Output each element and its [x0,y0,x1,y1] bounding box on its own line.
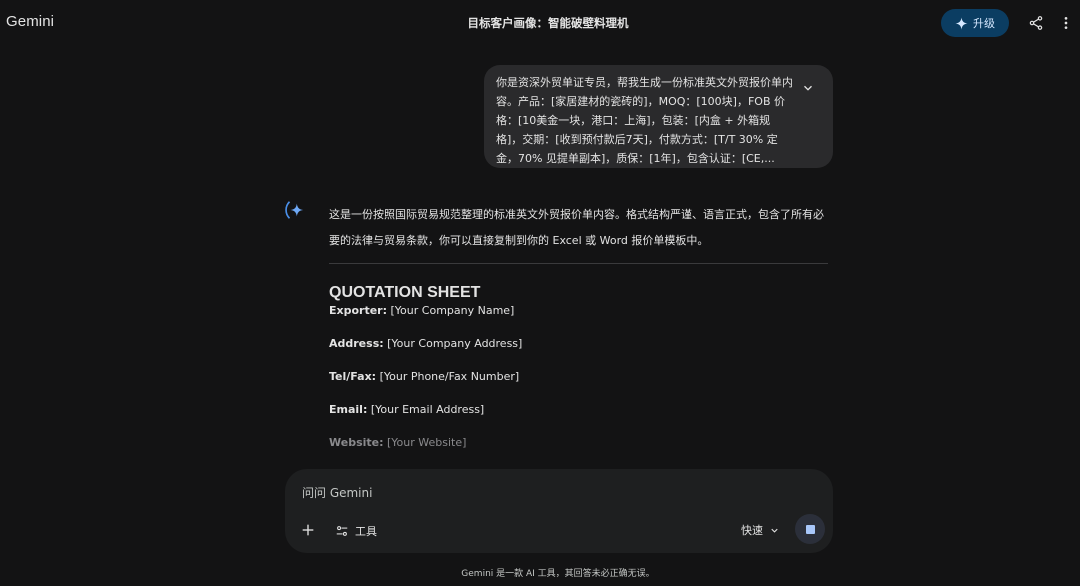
share-icon[interactable] [1028,15,1044,31]
chevron-down-icon[interactable] [801,81,815,95]
stop-generating-button[interactable] [795,514,825,544]
divider [329,263,828,264]
field-address: Address: [Your Company Address] [329,335,829,368]
quotation-heading: QUOTATION SHEET [329,284,481,301]
gemini-app: Gemini 目标客户画像：智能破壁料理机 升级 你是资深外贸单证专员，帮我生成… [0,0,1080,586]
field-value: [Your Website] [383,436,467,449]
add-attachment-icon[interactable] [300,522,316,538]
top-bar: Gemini 目标客户画像：智能破壁料理机 升级 [0,0,1080,46]
model-response: 这是一份按照国际贸易规范整理的标准英文外贸报价单内容。格式结构严谨、语言正式，包… [329,202,829,467]
sparkle-icon [955,17,968,29]
more-vert-icon[interactable] [1058,15,1074,31]
model-mode-select[interactable]: 快速 [741,521,780,539]
user-message-bubble: 你是资深外贸单证专员，帮我生成一份标准英文外贸报价单内容。产品：[家居建材的瓷砖… [484,65,833,168]
tools-icon [336,526,348,536]
field-label: Website: [329,436,384,449]
mode-label: 快速 [741,524,763,537]
field-tel-fax: Tel/Fax: [Your Phone/Fax Number] [329,368,829,401]
tools-label: 工具 [355,525,377,538]
response-intro: 这是一份按照国际贸易规范整理的标准英文外贸报价单内容。格式结构严谨、语言正式，包… [329,208,824,247]
field-value: [Your Phone/Fax Number] [376,370,520,383]
field-value: [Your Email Address] [367,403,485,416]
chat-title[interactable]: 目标客户画像：智能破壁料理机 [0,15,1080,31]
upgrade-button[interactable]: 升级 [941,9,1009,37]
field-website: Website: [Your Website] [329,434,829,467]
stop-icon [805,524,815,534]
upgrade-label: 升级 [973,17,995,30]
field-email: Email: [Your Email Address] [329,401,829,434]
field-exporter: Exporter: [Your Company Name] [329,302,829,335]
field-value: [Your Company Address] [383,337,523,350]
chevron-down-icon [771,528,778,533]
footer-disclaimer: Gemini 是一款 AI 工具，其回答未必正确无误。 [461,569,655,579]
field-label: Address: [329,337,384,350]
field-label: Email: [329,403,368,416]
gemini-spark-icon [285,201,304,219]
field-label: Exporter: [329,304,388,317]
prompt-composer [285,469,833,553]
tools-button[interactable]: 工具 [335,522,377,540]
field-label: Tel/Fax: [329,370,377,383]
field-value: [Your Company Name] [387,304,515,317]
prompt-input[interactable]: 问问 Gemini [302,484,702,501]
user-message-text: 你是资深外贸单证专员，帮我生成一份标准英文外贸报价单内容。产品：[家居建材的瓷砖… [496,76,793,165]
